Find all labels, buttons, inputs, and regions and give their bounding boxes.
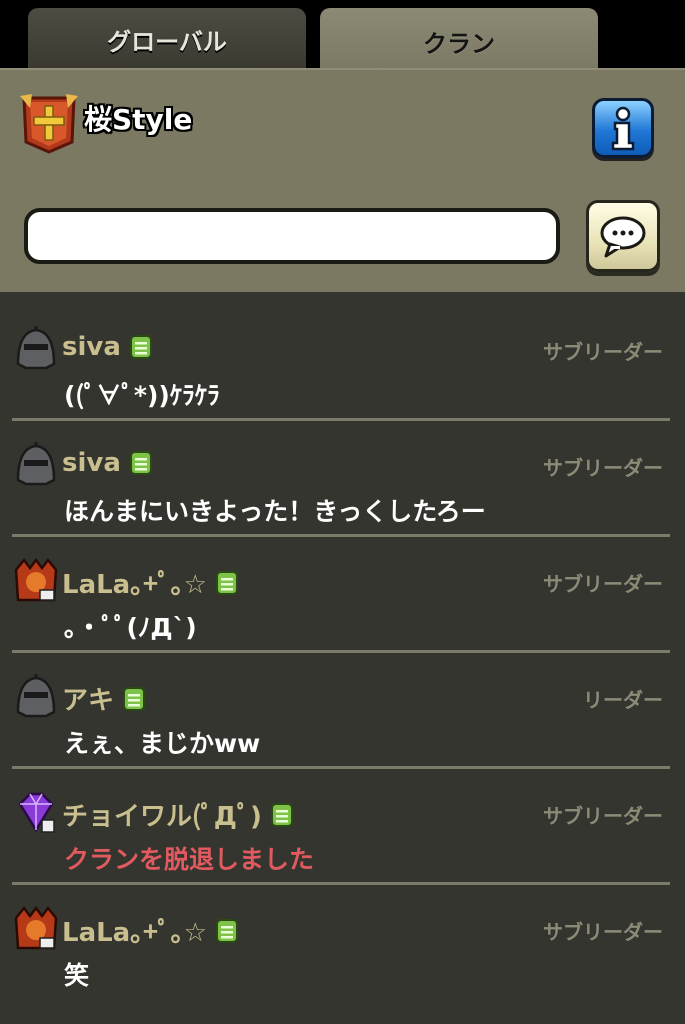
chat-log-icon[interactable]: [129, 450, 153, 476]
message-username[interactable]: siva: [62, 448, 153, 478]
message-divider: [12, 882, 670, 885]
message-text: えぇ、まじかww: [64, 729, 261, 758]
clan-name: 桜Style: [84, 103, 193, 136]
speech-bubble-icon: [600, 216, 646, 258]
member-role: サブリーダー: [543, 340, 663, 364]
message-text: ((ﾟ∀ﾟ*))ｹﾗｹﾗ: [64, 381, 220, 410]
member-role: リーダー: [583, 688, 663, 712]
chat-message: チョイワル(ﾟДﾟ) サブリーダー クランを脱退しました: [0, 766, 685, 882]
tab-clan[interactable]: クラン: [320, 8, 598, 74]
chat-log-icon[interactable]: [122, 686, 146, 712]
clan-badge-icon: [18, 92, 80, 154]
username-text: チョイワル(ﾟДﾟ): [62, 802, 262, 832]
message-username[interactable]: LaLa｡+ﾟ｡☆: [62, 564, 239, 601]
chat-message-input[interactable]: [24, 208, 560, 264]
member-role: サブリーダー: [543, 920, 663, 944]
message-divider: [12, 650, 670, 653]
member-role: サブリーダー: [543, 804, 663, 828]
username-text: LaLa｡+ﾟ｡☆: [62, 918, 207, 948]
system-message-text: クランを脱退しました: [64, 845, 315, 874]
chat-log-icon[interactable]: [215, 570, 239, 596]
tab-bar: グローバル クラン: [0, 0, 685, 74]
message-text: ほんまにいきよった！きっくしたろー: [64, 497, 486, 526]
chat-message-list[interactable]: siva サブリーダー ((ﾟ∀ﾟ*))ｹﾗｹﾗ siva サブリーダー ほんま…: [0, 292, 685, 1024]
member-role: サブリーダー: [543, 572, 663, 596]
message-divider: [12, 766, 670, 769]
barbarian-king-icon: [12, 904, 60, 952]
message-divider: [12, 418, 670, 421]
message-text: 笑: [64, 961, 90, 990]
chat-message: LaLa｡+ﾟ｡☆ サブリーダー 笑: [0, 882, 685, 998]
chat-message: siva サブリーダー ほんまにいきよった！きっくしたろー: [0, 418, 685, 534]
message-username[interactable]: アキ: [62, 680, 146, 717]
info-icon: [611, 106, 635, 151]
chat-log-icon[interactable]: [270, 802, 294, 828]
message-username[interactable]: LaLa｡+ﾟ｡☆: [62, 912, 239, 949]
purple-gem-icon: [12, 788, 60, 836]
member-role: サブリーダー: [543, 456, 663, 480]
username-text: siva: [62, 448, 121, 478]
barbarian-king-icon: [12, 556, 60, 604]
chat-message: LaLa｡+ﾟ｡☆ サブリーダー ｡・ﾟﾟ(ﾉД`): [0, 534, 685, 650]
username-text: アキ: [62, 686, 115, 716]
message-username[interactable]: siva: [62, 332, 153, 362]
send-chat-button[interactable]: [586, 200, 660, 272]
info-button[interactable]: [592, 98, 654, 158]
chat-log-icon[interactable]: [215, 918, 239, 944]
message-text: ｡・ﾟﾟ(ﾉД`): [64, 613, 197, 642]
username-text: siva: [62, 332, 121, 362]
tab-global[interactable]: グローバル: [28, 8, 306, 70]
clan-header: 桜Style: [0, 68, 685, 292]
knight-helmet-icon: [12, 440, 60, 488]
message-username[interactable]: チョイワル(ﾟДﾟ): [62, 796, 294, 833]
chat-message: アキ リーダー えぇ、まじかww: [0, 650, 685, 766]
username-text: LaLa｡+ﾟ｡☆: [62, 570, 207, 600]
knight-helmet-icon: [12, 672, 60, 720]
message-divider: [12, 534, 670, 537]
chat-message: siva サブリーダー ((ﾟ∀ﾟ*))ｹﾗｹﾗ: [0, 302, 685, 418]
chat-log-icon[interactable]: [129, 334, 153, 360]
knight-helmet-icon: [12, 324, 60, 372]
